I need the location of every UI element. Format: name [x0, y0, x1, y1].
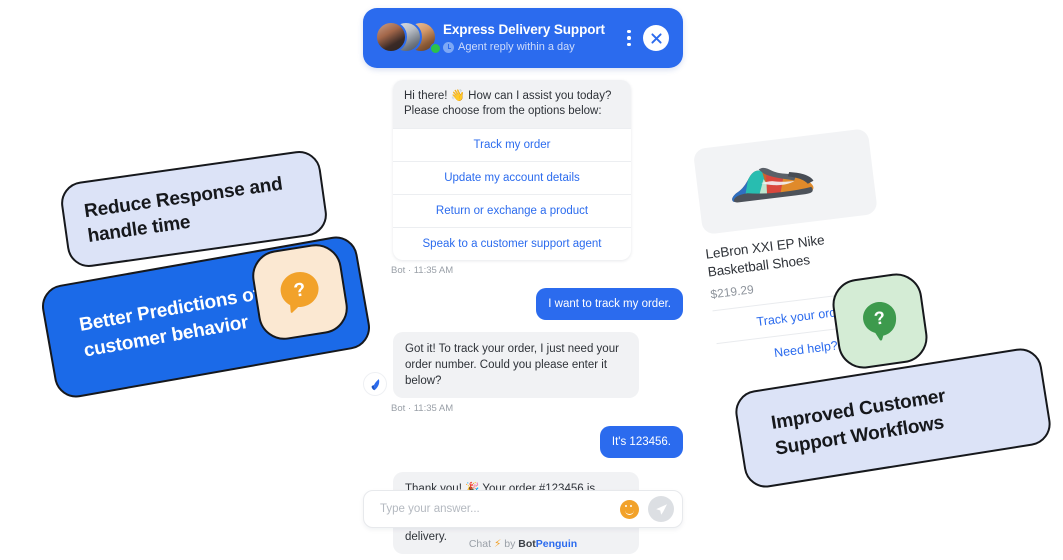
agent-avatars [375, 21, 441, 55]
chat-widget: Express Delivery Support Agent reply wit… [363, 8, 683, 556]
smiley-icon[interactable] [620, 499, 639, 519]
canvas: Reduce Response and handle time Better P… [0, 0, 1063, 560]
user-message-bubble: I want to track my order. [536, 288, 683, 320]
close-button[interactable] [643, 25, 669, 51]
message-row-user: It's 123456. [363, 426, 683, 458]
quick-reply-card: Hi there! 👋 How can I assist you today? … [393, 80, 631, 260]
send-button[interactable] [648, 496, 674, 522]
quick-reply-return-or-exchange-a-product[interactable]: Return or exchange a product [393, 194, 631, 227]
brand-penguin: Penguin [535, 538, 578, 550]
chat-footer-branding: Chat ⚡ by BotPenguin [363, 538, 683, 550]
kebab-menu-icon[interactable] [627, 29, 631, 47]
lebron-basketball-shoe-image [732, 167, 814, 203]
message-timestamp: Bot · 11:35 AM [391, 265, 454, 276]
avatar [375, 21, 407, 53]
message-input[interactable] [378, 502, 620, 516]
chat-header: Express Delivery Support Agent reply wit… [363, 8, 683, 68]
bot-message-bubble: Got it! To track your order, I just need… [393, 332, 639, 398]
quick-reply-speak-to-agent[interactable]: Speak to a customer support agent [393, 227, 631, 260]
question-chat-bubble-icon: ? [863, 302, 897, 341]
message-row-user: I want to track my order. [363, 288, 683, 320]
message-input-bar[interactable] [363, 490, 683, 528]
bolt-icon: ⚡ [493, 538, 502, 550]
online-status-dot [430, 43, 441, 54]
message-row-bot-options: Hi there! 👋 How can I assist you today? … [363, 80, 683, 260]
chat-subtitle: Agent reply within a day [458, 41, 575, 53]
chat-title: Express Delivery Support [443, 22, 605, 37]
brand-bot: Bot [518, 538, 536, 550]
question-chat-bubble-icon: ? [280, 271, 319, 313]
user-message-bubble: It's 123456. [599, 426, 683, 458]
send-paper-plane-icon [655, 503, 667, 515]
quick-reply-track-my-order[interactable]: Track my order [393, 128, 631, 161]
chat-subtitle-row: Agent reply within a day [443, 41, 627, 54]
chat-header-text: Express Delivery Support Agent reply wit… [443, 22, 627, 54]
question-bubble-badge-orange: ? [248, 240, 352, 344]
product-image [692, 128, 878, 235]
callout-label: Improved Customer Support Workflows [769, 385, 947, 460]
close-icon [650, 32, 662, 44]
bot-greeting-text: Hi there! 👋 How can I assist you today? … [393, 80, 631, 128]
clock-icon [443, 42, 454, 53]
footer-prefix: Chat [468, 538, 492, 550]
message-row-bot: Got it! To track your order, I just need… [363, 332, 683, 398]
bot-avatar [363, 372, 387, 396]
quick-reply-update-my-account-details[interactable]: Update my account details [393, 161, 631, 194]
question-bubble-badge-green: ? [829, 270, 931, 372]
chat-message-list: Hi there! 👋 How can I assist you today? … [363, 68, 683, 554]
message-timestamp: Bot · 11:35 AM [391, 403, 454, 414]
footer-by: by [504, 538, 516, 550]
bot-feather-icon [371, 378, 379, 390]
callout-label: Reduce Response and handle time [82, 173, 284, 247]
chat-header-actions [627, 25, 669, 51]
